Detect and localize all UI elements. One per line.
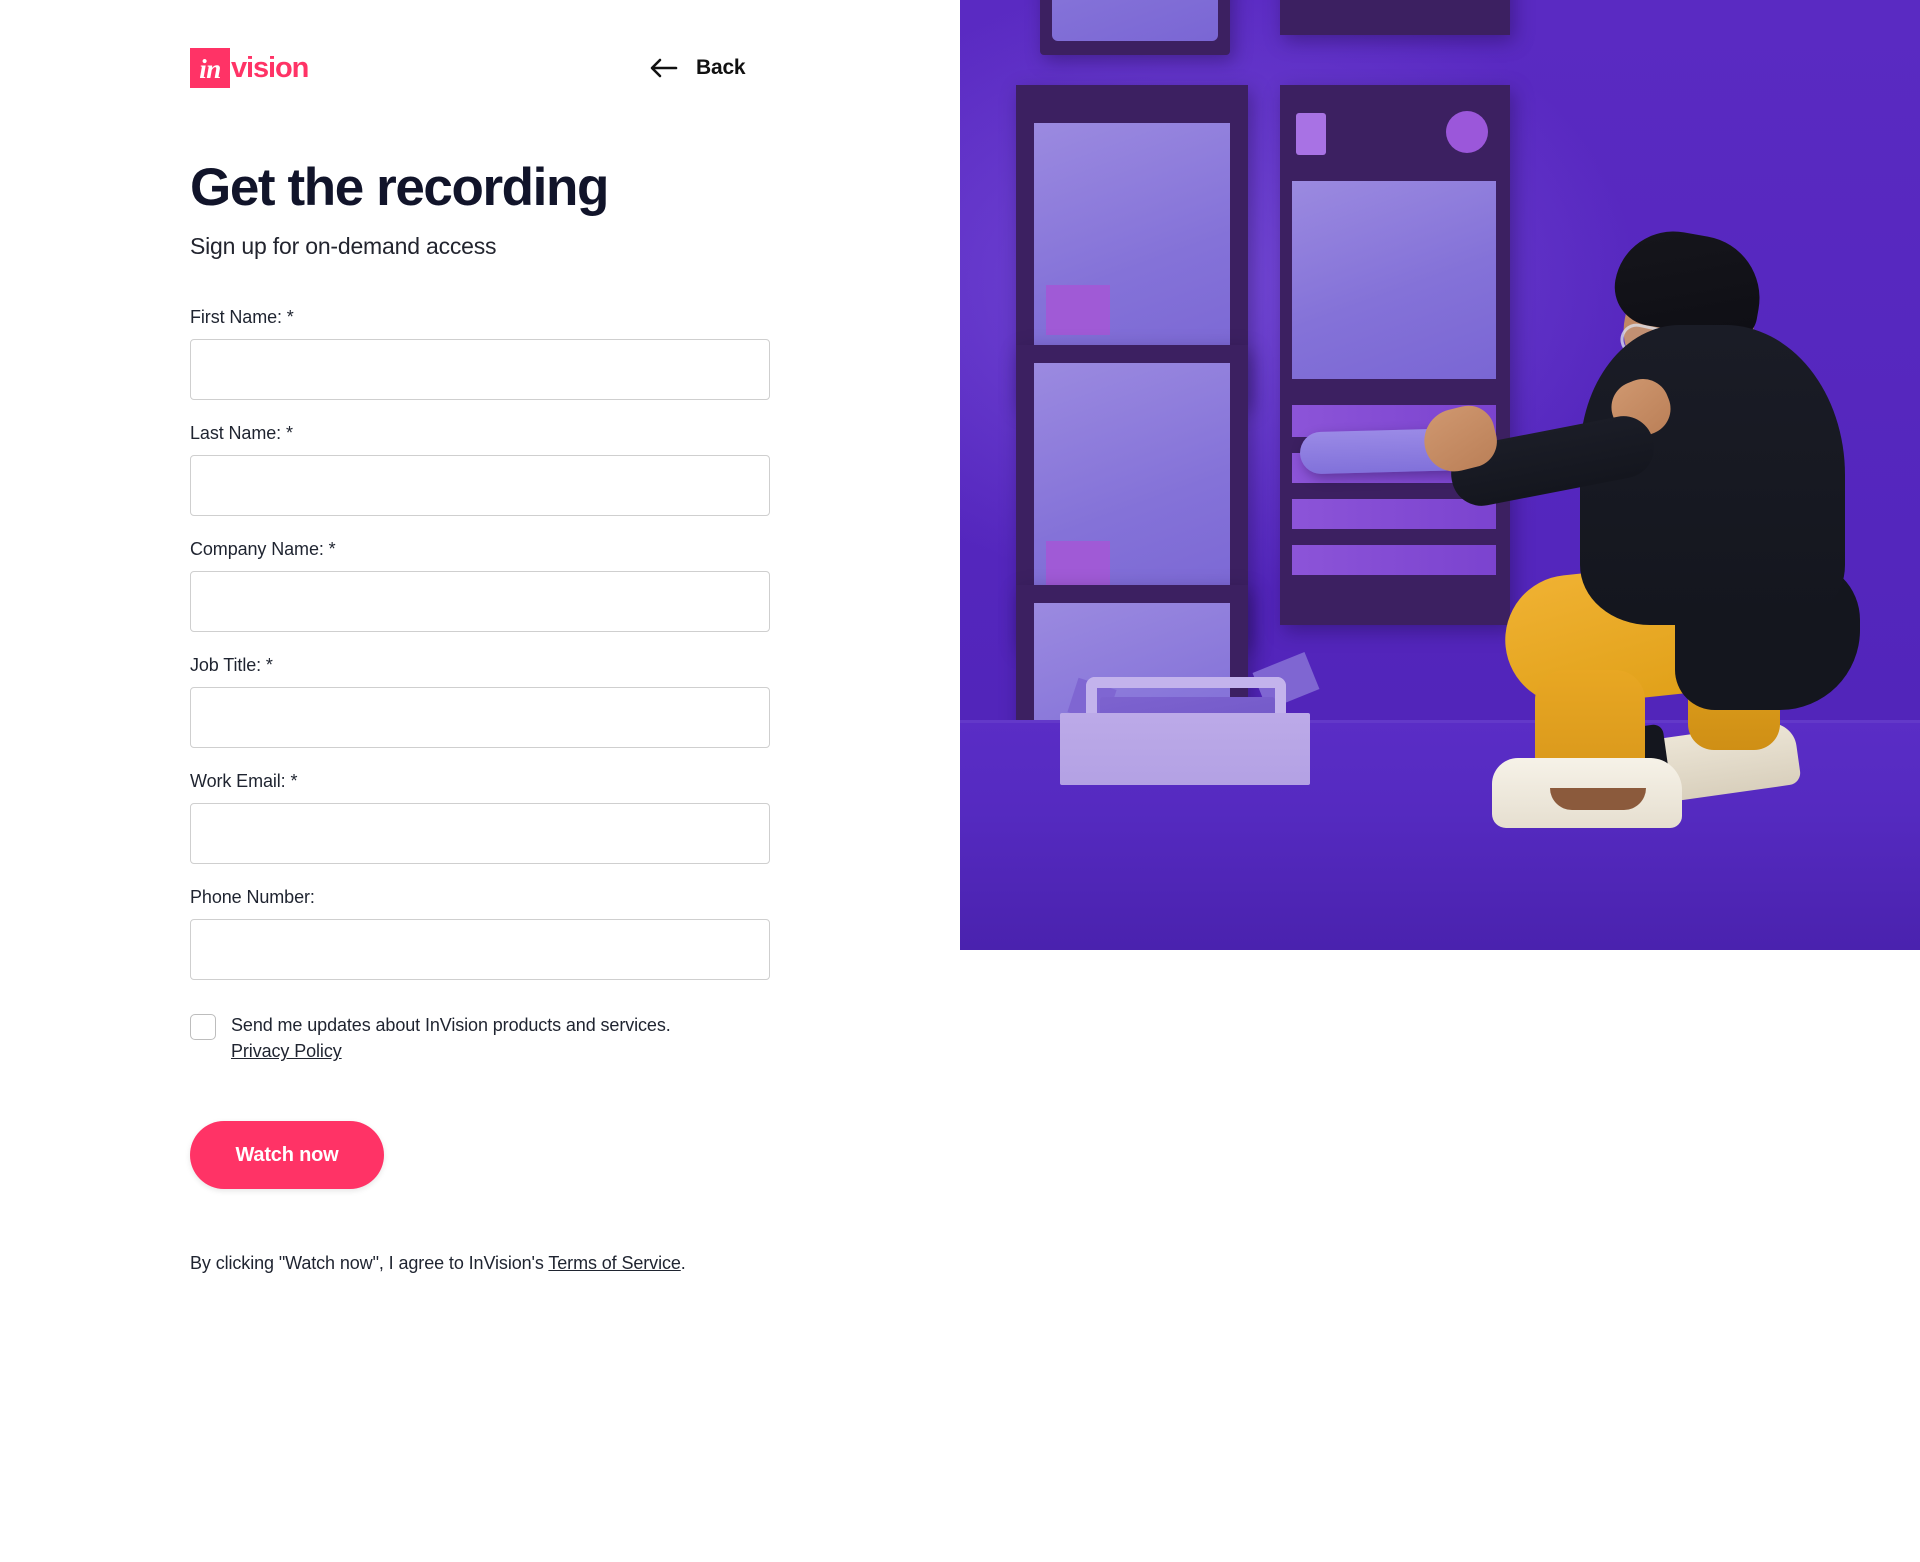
last-name-input[interactable] [190,455,770,517]
wall-panel-top-left [1040,0,1230,55]
person-shoe-front [1492,758,1682,828]
first-name-label: First Name: * [190,307,294,328]
field-phone-number: Phone Number: [190,887,810,981]
legal-suffix: . [680,1253,686,1274]
legal-prefix: By clicking "Watch now", I agree to InVi… [190,1253,549,1274]
first-name-input[interactable] [190,339,770,401]
wall-panel-top-right [1280,0,1510,35]
field-job-title: Job Title: * [190,655,810,749]
watch-now-button[interactable]: Watch now [190,1121,384,1190]
field-last-name: Last Name: * [190,423,810,517]
toolbox-body [1060,713,1310,785]
privacy-policy-link[interactable]: Privacy Policy [231,1038,342,1064]
page-header: in vision Back [190,0,810,120]
job-title-label: Job Title: * [190,655,273,676]
arrow-left-icon [650,58,678,78]
work-email-input[interactable] [190,803,770,865]
panel-square [1296,113,1326,155]
company-name-label: Company Name: * [190,539,336,560]
field-company-name: Company Name: * [190,539,810,633]
page-title: Get the recording [190,158,609,217]
consent-row: Send me updates about InVision products … [190,1012,810,1064]
signup-page: in vision Back Get the recording Sign up… [0,0,1920,1562]
hero-scene-background [960,0,1920,950]
field-first-name: First Name: * [190,307,810,401]
field-work-email: Work Email: * [190,771,810,865]
consent-label: Send me updates about InVision products … [231,1015,671,1036]
hero-image [960,0,1920,950]
marketing-consent-checkbox[interactable] [190,1014,216,1041]
terms-of-service-link[interactable]: Terms of Service [548,1253,681,1273]
consent-text: Send me updates about InVision products … [231,1012,671,1064]
person-figure [1417,130,1890,830]
invision-logo[interactable]: in vision [190,48,309,88]
phone-number-label: Phone Number: [190,887,315,908]
panel-chip [1046,285,1110,335]
job-title-input[interactable] [190,687,770,749]
back-button-label: Back [696,56,746,79]
last-name-label: Last Name: * [190,423,293,444]
panel-chip [1046,541,1110,589]
company-name-input[interactable] [190,571,770,633]
legal-disclaimer: By clicking "Watch now", I agree to InVi… [190,1253,810,1274]
page-subtitle: Sign up for on-demand access [190,233,497,260]
signup-form: First Name: * Last Name: * Company Name:… [190,307,810,1274]
logo-mark-text: in [199,53,221,84]
form-column: in vision Back Get the recording Sign up… [190,0,810,1274]
panel-card [1052,0,1218,41]
phone-number-input[interactable] [190,919,770,981]
invision-logo-icon: in [190,48,230,88]
toolbox [1060,651,1320,785]
logo-wordmark: vision [231,51,309,84]
back-button[interactable]: Back [645,50,749,86]
work-email-label: Work Email: * [190,771,298,792]
